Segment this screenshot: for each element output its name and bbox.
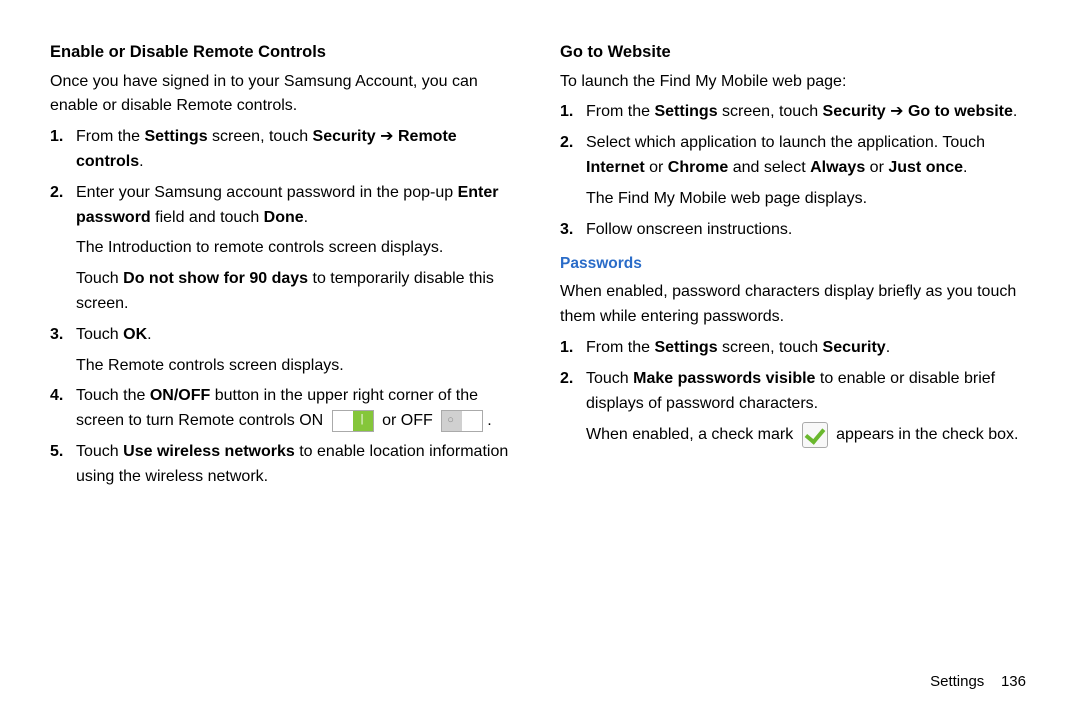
right-step-2: 2. Select which application to launch th… — [586, 131, 1030, 181]
right-column: Go to Website To launch the Find My Mobi… — [560, 40, 1030, 673]
passwords-heading: Passwords — [560, 252, 1030, 276]
left-step-5: 5. Touch Use wireless networks to enable… — [76, 440, 520, 490]
right-steps: 1. From the Settings screen, touch Secur… — [560, 100, 1030, 180]
right-intro: To launch the Find My Mobile web page: — [560, 70, 1030, 95]
right-heading: Go to Website — [560, 40, 1030, 66]
left-heading: Enable or Disable Remote Controls — [50, 40, 520, 66]
passwords-steps: 1. From the Settings screen, touch Secur… — [560, 336, 1030, 416]
left-steps: 1. From the Settings screen, touch Secur… — [50, 125, 520, 230]
footer-page-number: 136 — [1001, 673, 1026, 690]
left-step-3: 3. Touch OK. — [76, 323, 520, 348]
right-steps-cont: 3. Follow onscreen instructions. — [560, 218, 1030, 243]
pw-step-2: 2. Touch Make passwords visible to enabl… — [586, 367, 1030, 417]
left-step-1: 1. From the Settings screen, touch Secur… — [76, 125, 520, 175]
left-column: Enable or Disable Remote Controls Once y… — [50, 40, 520, 673]
pw-step-1: 1. From the Settings screen, touch Secur… — [586, 336, 1030, 361]
footer-section-label: Settings — [930, 673, 984, 690]
pw-step2-sub: When enabled, a check mark appears in th… — [560, 422, 1030, 448]
left-step3-sub: The Remote controls screen displays. — [50, 354, 520, 379]
left-step2-sub2: Touch Do not show for 90 days to tempora… — [50, 267, 520, 317]
left-steps-cont2: 4. Touch the ON/OFF button in the upper … — [50, 384, 520, 489]
checkmark-icon — [802, 422, 828, 448]
toggle-on-icon — [332, 410, 374, 432]
passwords-intro: When enabled, password characters displa… — [560, 280, 1030, 330]
content-columns: Enable or Disable Remote Controls Once y… — [50, 40, 1030, 673]
left-steps-cont: 3. Touch OK. — [50, 323, 520, 348]
toggle-off-icon — [441, 410, 483, 432]
page-footer: Settings 136 — [50, 673, 1030, 690]
left-intro: Once you have signed in to your Samsung … — [50, 70, 520, 120]
right-step2-sub: The Find My Mobile web page displays. — [560, 187, 1030, 212]
left-step-4: 4. Touch the ON/OFF button in the upper … — [76, 384, 520, 434]
left-step2-sub1: The Introduction to remote controls scre… — [50, 236, 520, 261]
right-step-1: 1. From the Settings screen, touch Secur… — [586, 100, 1030, 125]
right-step-3: 3. Follow onscreen instructions. — [586, 218, 1030, 243]
left-step-2: 2. Enter your Samsung account password i… — [76, 181, 520, 231]
